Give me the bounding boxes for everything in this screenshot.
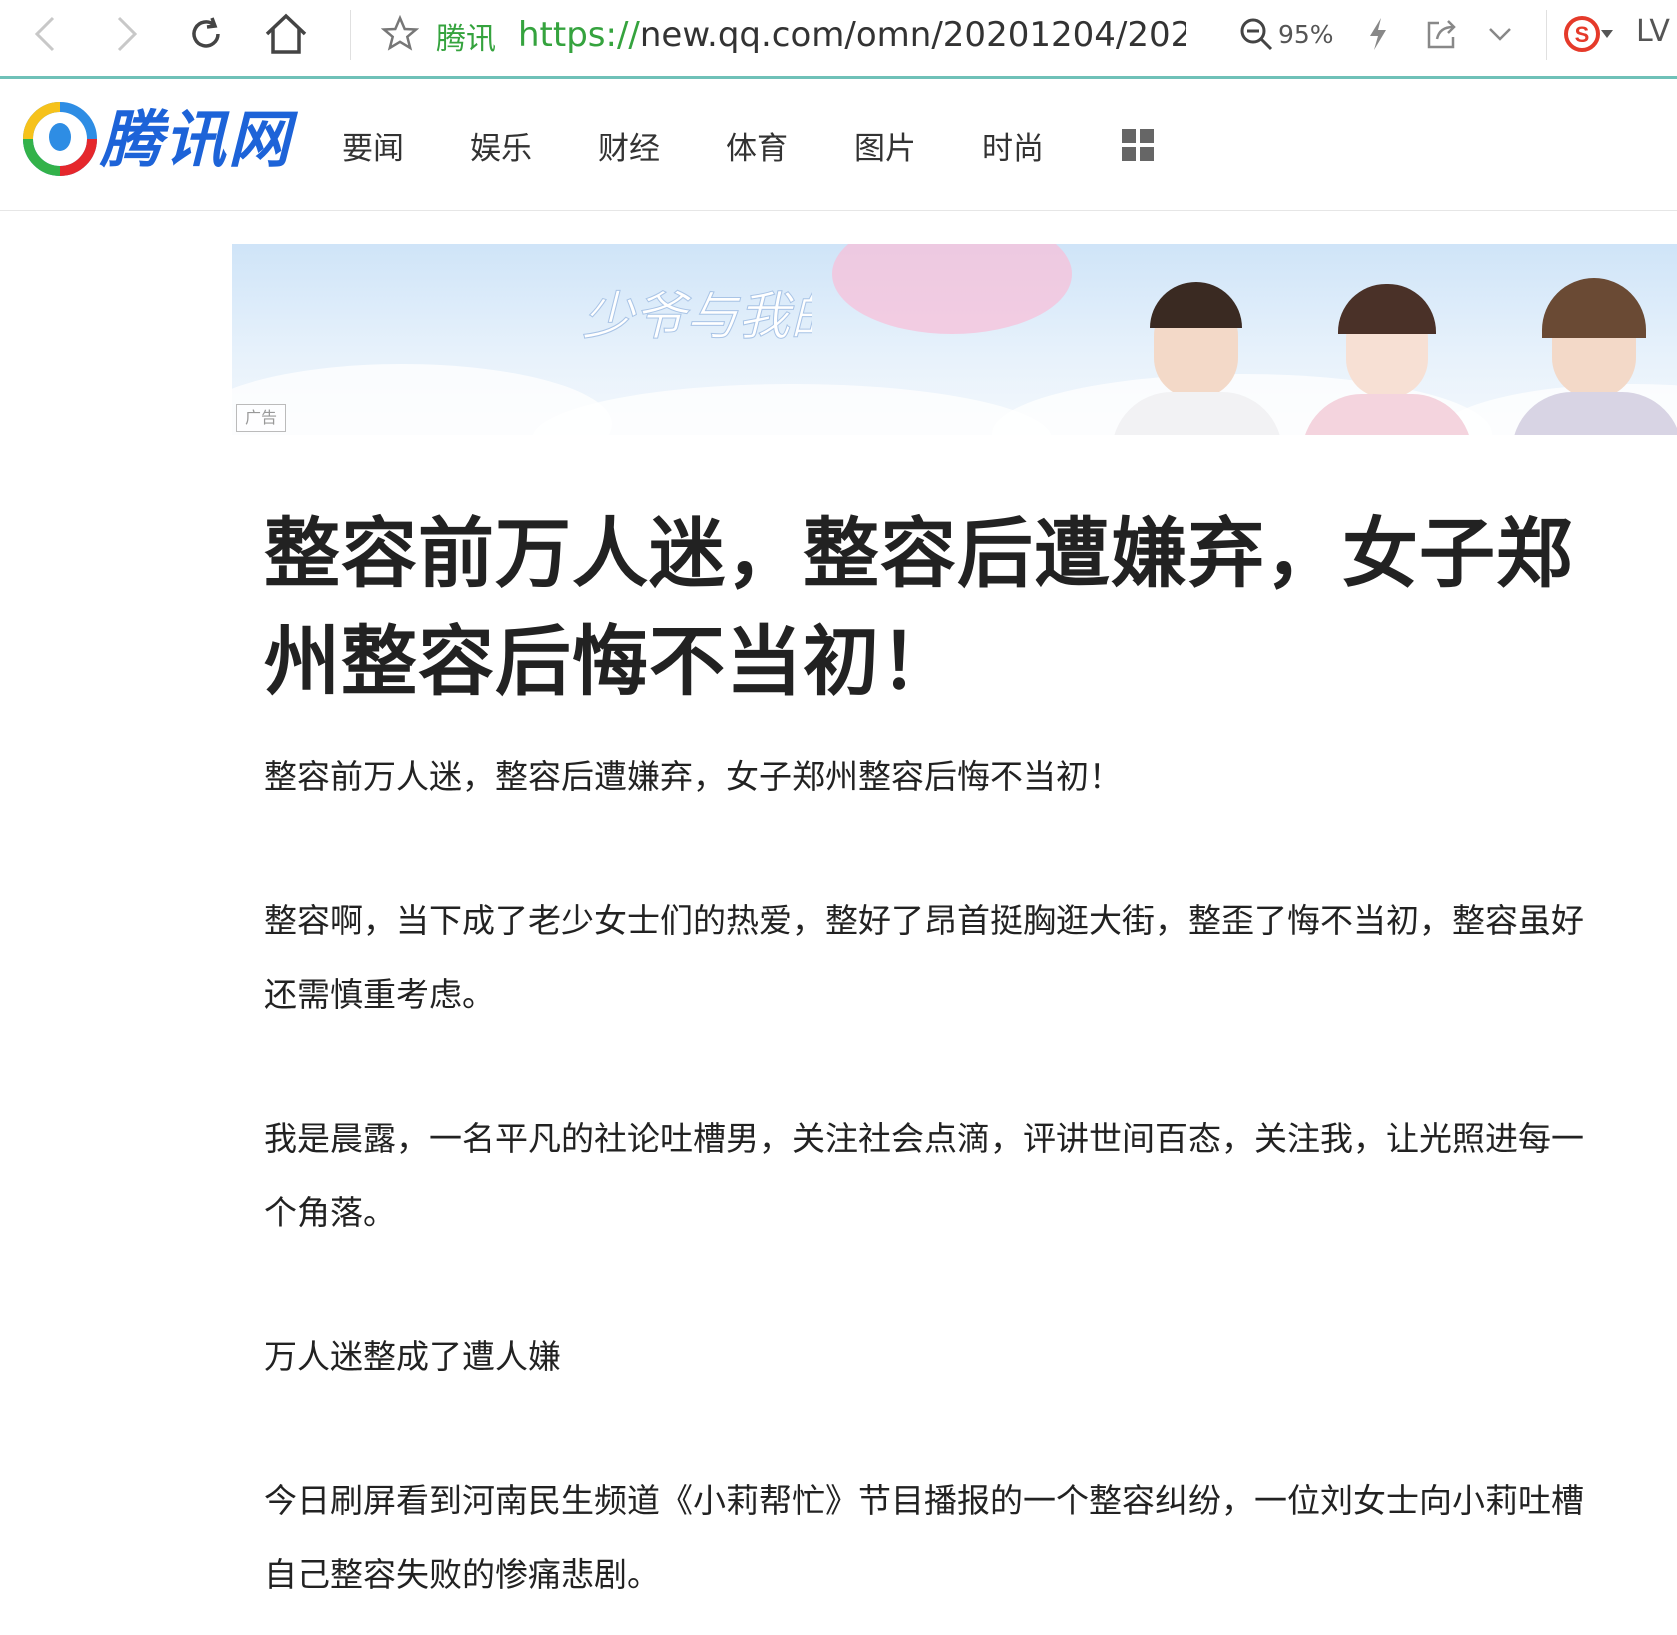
toolbar-separator [350, 10, 351, 60]
zoom-out-icon[interactable] [1234, 12, 1278, 56]
article: 整容前万人迷，整容后遭嫌弃，女子郑州整容后悔不当初！ 整容前万人迷，整容后遭嫌弃… [264, 500, 1604, 1612]
browser-toolbar: 腾讯 https://new.qq.com/omn/20201204/20201… [0, 0, 1677, 79]
back-icon[interactable] [24, 12, 68, 56]
refresh-icon[interactable] [184, 12, 228, 56]
main-nav: 要闻 娱乐 财经 体育 图片 时尚 [342, 123, 1110, 168]
nav-item-fashion[interactable]: 时尚 [982, 123, 1110, 168]
url-path: new.qq.com/omn/20201204/2020120 [639, 15, 1186, 55]
article-paragraph: 我是晨露，一名平凡的社论吐槽男，关注社会点滴，评讲世间百态，关注我，让光照进每一… [264, 1119, 1584, 1232]
character-figure [1112, 274, 1282, 435]
caret-down-icon[interactable] [1596, 12, 1618, 56]
lightning-icon[interactable] [1356, 12, 1400, 56]
logo-text: 腾讯网 [100, 103, 293, 176]
url-scheme: https:// [518, 15, 640, 55]
tencent-logo-icon [23, 102, 97, 176]
ad-banner[interactable]: 少爷与我的一罗曼史 广告 [232, 244, 1677, 435]
ad-label: 广告 [236, 404, 286, 432]
bookmark-star-icon[interactable] [378, 12, 422, 56]
site-security-label: 腾讯 [436, 22, 496, 57]
character-figure [1502, 264, 1677, 435]
article-title: 整容前万人迷，整容后遭嫌弃，女子郑州整容后悔不当初！ [264, 509, 1573, 706]
banner-pink-glow [832, 244, 1072, 334]
drama-title-art: 少爷与我的一罗曼史 [582, 287, 813, 348]
svg-text:S: S [1575, 22, 1590, 47]
share-icon[interactable] [1420, 12, 1464, 56]
nav-item-sports[interactable]: 体育 [726, 123, 854, 168]
nav-item-news[interactable]: 要闻 [342, 123, 470, 168]
chevron-down-icon[interactable] [1478, 12, 1522, 56]
article-paragraph: 整容啊，当下成了老少女士们的热爱，整好了昂首挺胸逛大街，整歪了悔不当初，整容虽好… [264, 901, 1584, 1014]
tencent-logo[interactable]: 腾讯网 [22, 101, 302, 179]
grid-menu-icon[interactable] [1122, 129, 1154, 161]
site-header: 腾讯网 要闻 娱乐 财经 体育 图片 时尚 [0, 79, 1677, 211]
article-subheading: 万人迷整成了遭人嫌 [264, 1337, 561, 1376]
home-icon[interactable] [264, 12, 308, 56]
nav-item-entertainment[interactable]: 娱乐 [470, 123, 598, 168]
zoom-level[interactable]: 95% [1278, 20, 1334, 49]
article-paragraph: 今日刷屏看到河南民生频道《小莉帮忙》节目播报的一个整容纠纷，一位刘女士向小莉吐槽… [264, 1481, 1584, 1594]
user-level-label[interactable]: LV [1636, 14, 1670, 49]
forward-icon[interactable] [104, 12, 148, 56]
character-figure [1302, 274, 1472, 435]
address-bar[interactable]: https://new.qq.com/omn/20201204/2020120 [518, 12, 1186, 58]
toolbar-separator [1546, 10, 1547, 60]
nav-item-finance[interactable]: 财经 [598, 123, 726, 168]
article-paragraph: 整容前万人迷，整容后遭嫌弃，女子郑州整容后悔不当初！ [264, 757, 1122, 796]
nav-item-pictures[interactable]: 图片 [854, 123, 982, 168]
drama-title-text: 少爷与我的一罗曼史 [582, 287, 812, 347]
